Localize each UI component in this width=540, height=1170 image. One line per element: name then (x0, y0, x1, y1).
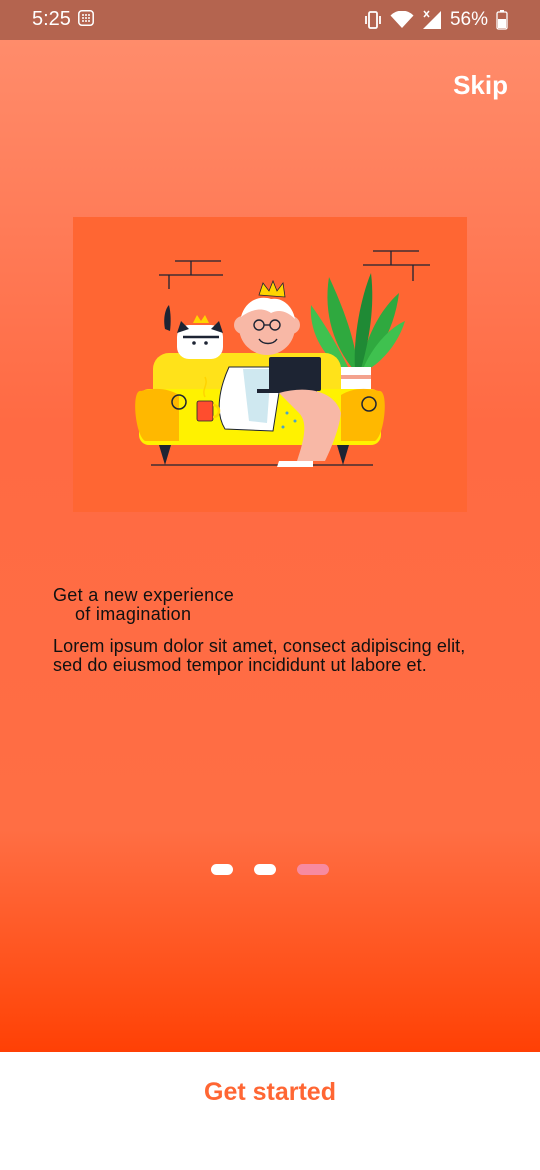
battery-percent: 56% (449, 9, 488, 30)
page-dot-3-active[interactable] (297, 864, 329, 875)
status-time: 5:25 (32, 8, 71, 30)
page-dot-2[interactable] (254, 864, 276, 875)
skip-button[interactable]: Skip (453, 70, 508, 101)
man-on-sofa-illustration (135, 250, 430, 467)
onboarding-illustration (73, 217, 467, 512)
status-bar: 5:25 56% (0, 0, 540, 40)
page-indicator (0, 864, 540, 875)
onboarding-title-line2: of imagination (75, 604, 192, 624)
vibrate-icon (365, 11, 381, 29)
onboarding-title-line1: Get a new experience (53, 585, 235, 605)
onboarding-title: Get a new experience of imagination (53, 586, 234, 624)
page-dot-1[interactable] (211, 864, 233, 875)
onboarding-screen: Skip Get a new experience of imagination… (0, 40, 540, 1052)
status-icons: 56% (364, 8, 508, 32)
battery-icon (496, 10, 508, 30)
bottom-bar: Get started (0, 1052, 540, 1170)
notification-grid-icon (78, 10, 94, 26)
wifi-icon (390, 11, 414, 28)
onboarding-description: Lorem ipsum dolor sit amet, consect adip… (53, 636, 466, 675)
signal-icon (422, 10, 441, 29)
get-started-button[interactable]: Get started (0, 1072, 540, 1112)
